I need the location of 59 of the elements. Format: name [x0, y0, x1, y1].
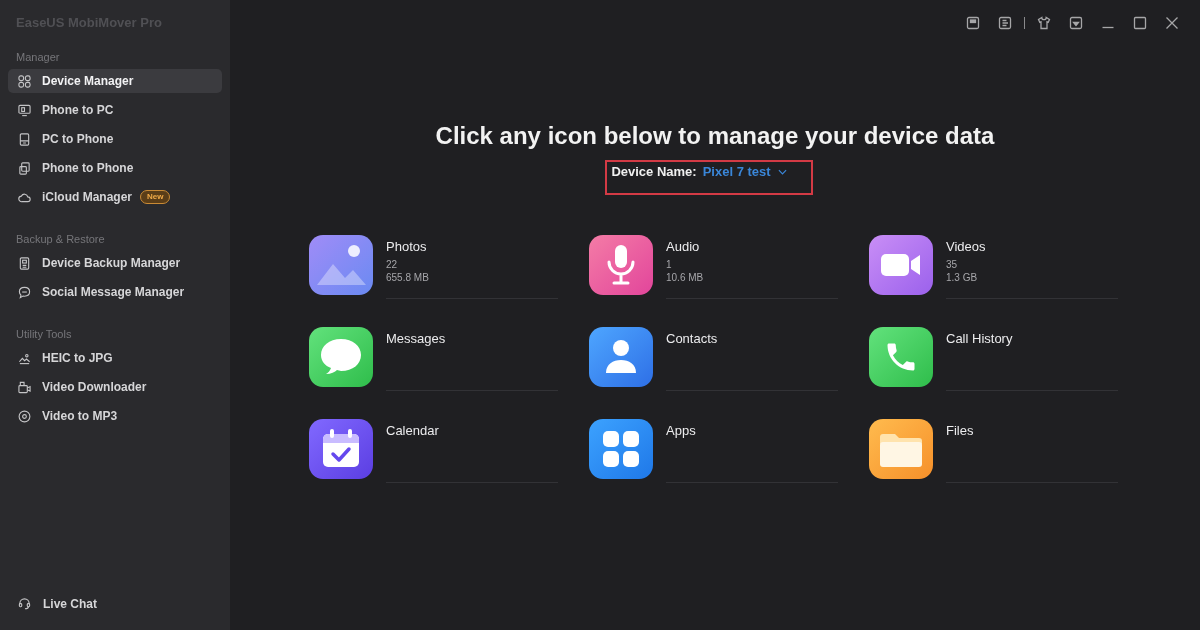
new-badge: New — [140, 190, 171, 204]
item-count: 1 — [666, 258, 673, 271]
storage-size: 655.8 MB — [386, 271, 430, 284]
category-name: Contacts — [666, 331, 719, 347]
maximize-icon[interactable] — [1133, 15, 1147, 30]
sidebar-item[interactable]: Phone to Phone — [8, 156, 222, 180]
item-count: 22 — [386, 258, 399, 271]
message-bubble-icon[interactable] — [309, 327, 373, 387]
live-chat-button[interactable]: Live Chat — [18, 593, 97, 614]
chat-bubble-icon — [18, 285, 31, 299]
monitor-icon — [18, 103, 31, 117]
sidebar-item[interactable]: PC to Phone — [8, 127, 222, 151]
category-name: Videos — [946, 239, 987, 255]
apps-grid-icon[interactable] — [589, 419, 653, 479]
sidebar-item[interactable]: HEIC to JPG — [8, 346, 222, 370]
microphone-icon[interactable] — [589, 235, 653, 295]
grid-icon — [18, 74, 31, 88]
close-icon[interactable] — [1165, 15, 1179, 30]
section-heading: Backup & Restore — [15, 232, 106, 246]
sidebar-item[interactable]: Device Manager — [8, 69, 222, 93]
category-name: Photos — [386, 239, 428, 255]
sidebar-item[interactable]: Phone to PC — [8, 98, 222, 122]
tablet-icon — [18, 132, 31, 146]
video-icon — [18, 380, 31, 394]
storage-size: 10.6 MB — [666, 271, 705, 284]
device-dropdown[interactable]: Pixel 7 test — [702, 164, 787, 180]
photo-gallery-icon[interactable] — [309, 235, 373, 295]
section-heading: Manager — [15, 50, 61, 64]
sidebar-item[interactable]: Video Downloader — [8, 375, 222, 399]
document-icon[interactable] — [998, 15, 1012, 30]
sidebar-item[interactable]: Device Backup Manager — [8, 251, 222, 275]
dropdown-menu-icon[interactable] — [1069, 15, 1083, 30]
sidebar-item[interactable]: Social Message Manager — [8, 280, 222, 304]
category-name: Call History — [946, 331, 1014, 347]
item-count: 35 — [946, 258, 959, 271]
two-phones-icon — [18, 161, 31, 175]
sidebar-item[interactable]: iCloud Manager New — [8, 185, 222, 209]
category-name: Calendar — [386, 423, 440, 439]
section-heading: Utility Tools — [15, 327, 73, 341]
category-name: Apps — [666, 423, 697, 439]
storage-size: 1.3 GB — [946, 271, 979, 284]
document-icon — [18, 256, 31, 270]
box-icon[interactable] — [966, 15, 980, 30]
device-name-label: Device Name: — [611, 164, 697, 180]
disc-icon — [18, 409, 31, 423]
shirt-icon[interactable] — [1037, 15, 1051, 30]
phone-handset-icon[interactable] — [869, 327, 933, 387]
category-name: Files — [946, 423, 975, 439]
page-heading: Click any icon below to manage your device data — [434, 121, 996, 151]
calendar-check-icon[interactable] — [309, 419, 373, 479]
category-name: Audio — [666, 239, 701, 255]
contact-person-icon[interactable] — [589, 327, 653, 387]
category-name: Messages — [386, 331, 447, 347]
sidebar-item[interactable]: Video to MP3 — [8, 404, 222, 428]
video-camera-icon[interactable] — [869, 235, 933, 295]
headset-icon — [18, 597, 31, 610]
image-icon — [18, 351, 31, 365]
folder-icon[interactable] — [869, 419, 933, 479]
chevron-down-icon — [777, 169, 787, 175]
